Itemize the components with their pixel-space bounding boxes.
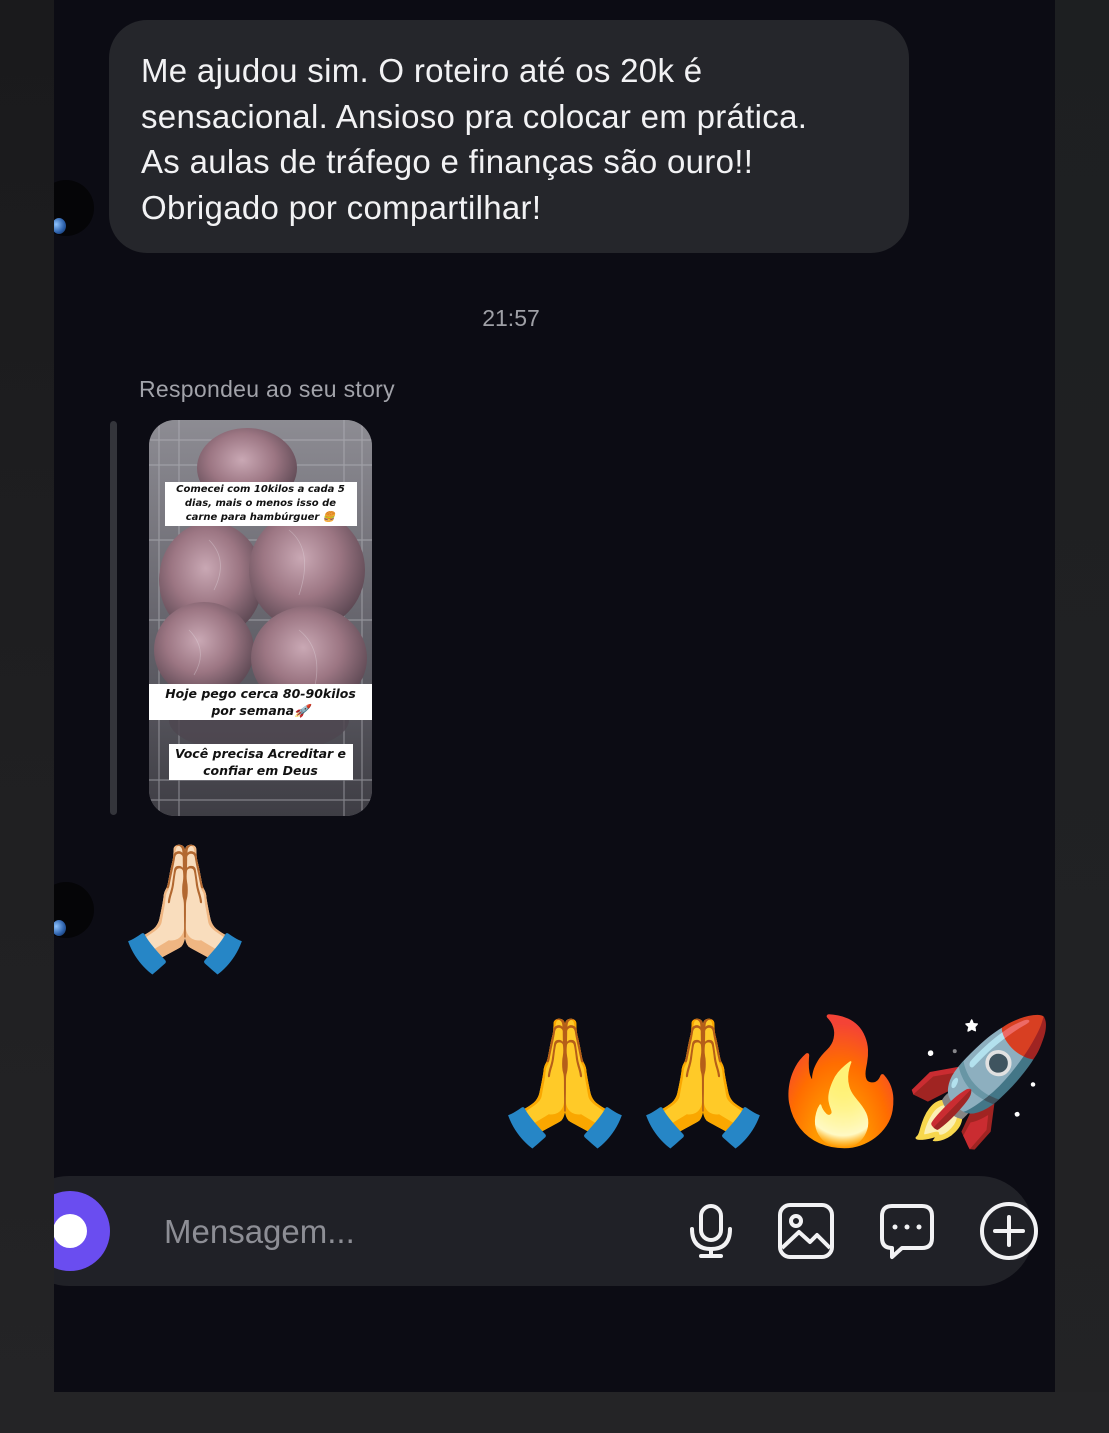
right-backdrop bbox=[1055, 0, 1109, 1433]
incoming-message-bubble[interactable]: Me ajudou sim. O roteiro até os 20k é sen… bbox=[109, 20, 909, 253]
story-overlay-text-2: Hoje pego cerca 80-90kilos por semana🚀 bbox=[149, 684, 372, 720]
plus-icon[interactable] bbox=[979, 1201, 1039, 1261]
folded-hands-emoji: 🙏 bbox=[489, 1010, 641, 1152]
chat-thread[interactable]: Me ajudou sim. O roteiro até os 20k é sen… bbox=[54, 0, 1055, 1392]
reply-indicator-bar bbox=[110, 421, 117, 815]
sticker-icon[interactable] bbox=[877, 1201, 937, 1261]
microphone-icon[interactable] bbox=[681, 1201, 741, 1261]
message-composer bbox=[54, 1176, 1038, 1286]
sender-avatar[interactable] bbox=[54, 180, 94, 236]
story-overlay-text-3: Você precisa Acreditar e confiar em Deus bbox=[149, 744, 372, 780]
incoming-message-text: Me ajudou sim. O roteiro até os 20k é sen… bbox=[141, 52, 808, 226]
received-reaction-emoji[interactable]: 🙏🏻 bbox=[109, 846, 261, 968]
fire-emoji: 🔥 bbox=[765, 1010, 917, 1152]
message-timestamp: 21:57 bbox=[482, 305, 540, 331]
sender-avatar[interactable] bbox=[54, 882, 94, 938]
camera-button[interactable] bbox=[54, 1191, 110, 1271]
story-overlay-text-1: Comecei com 10kilos a cada 5 dias, mais … bbox=[149, 482, 372, 526]
rocket-emoji: 🚀 bbox=[903, 1010, 1055, 1152]
bottom-backdrop bbox=[0, 1392, 1109, 1433]
left-backdrop bbox=[0, 0, 54, 1433]
story-preview[interactable]: Comecei com 10kilos a cada 5 dias, mais … bbox=[149, 420, 372, 816]
folded-hands-emoji: 🙏 bbox=[627, 1010, 779, 1152]
story-reply-caption: Respondeu ao seu story bbox=[139, 376, 395, 402]
image-icon[interactable] bbox=[776, 1201, 836, 1261]
message-input[interactable] bbox=[162, 1206, 636, 1258]
camera-icon bbox=[54, 1214, 87, 1248]
sent-emoji-message[interactable]: 🙏 🙏 🔥 🚀 bbox=[489, 1010, 1055, 1152]
